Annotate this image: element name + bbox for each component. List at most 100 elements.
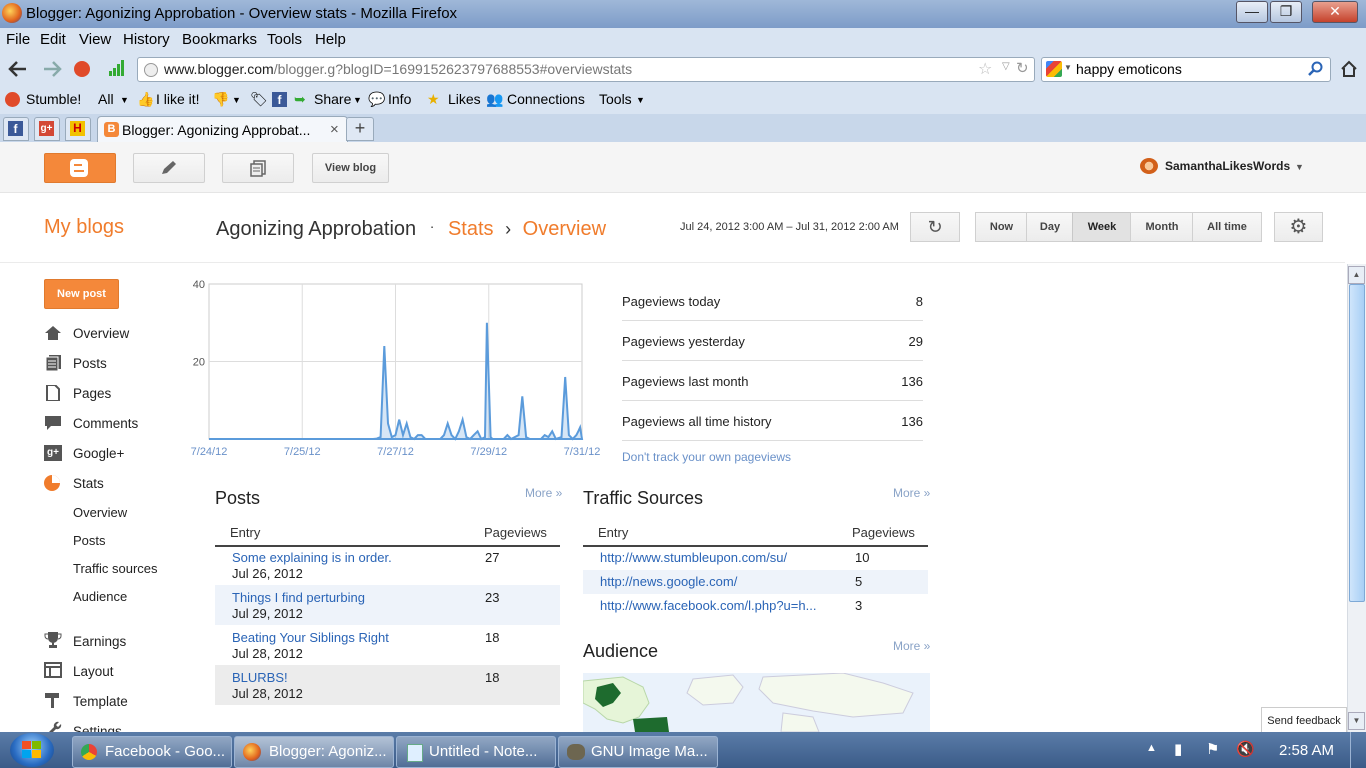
tray-expand-icon[interactable]: ▲ — [1146, 742, 1157, 754]
pinned-tab-h[interactable]: H — [65, 117, 91, 141]
google-search-engine-icon[interactable] — [1046, 61, 1062, 77]
range-month-button[interactable]: Month — [1130, 212, 1194, 242]
i-like-it-button[interactable]: I like it! — [156, 91, 200, 107]
range-alltime-button[interactable]: All time — [1192, 212, 1262, 242]
sidebar-item-earnings[interactable]: Earnings — [73, 634, 126, 649]
scroll-up-button[interactable]: ▲ — [1348, 266, 1365, 284]
blogger-home-button[interactable] — [44, 153, 116, 183]
tab-blogger-stats[interactable]: B Blogger: Agonizing Approbat... × — [97, 116, 348, 143]
taskbar-item-firefox[interactable]: Blogger: Agoniz... — [234, 736, 394, 768]
taskbar-item-gimp[interactable]: GNU Image Ma... — [558, 736, 718, 768]
blog-name[interactable]: Agonizing Approbation — [216, 218, 416, 240]
sidebar-item-pages[interactable]: Pages — [73, 386, 111, 401]
refresh-button[interactable]: ↻ — [910, 212, 960, 242]
post-title-link[interactable]: Beating Your Siblings Right — [232, 630, 389, 645]
sidebar-item-layout[interactable]: Layout — [73, 664, 114, 679]
sidebar-item-stats[interactable]: Stats — [73, 476, 104, 491]
url-dropdown-icon[interactable]: ▽ — [1002, 61, 1010, 72]
taskbar-item-notepad[interactable]: Untitled - Note... — [396, 736, 556, 768]
forward-arrow-icon[interactable] — [42, 60, 62, 78]
scroll-down-button[interactable]: ▼ — [1348, 712, 1365, 730]
tab-close-icon[interactable]: × — [330, 121, 339, 138]
start-button[interactable] — [10, 733, 54, 767]
view-blog-button[interactable]: View blog — [312, 153, 389, 183]
show-desktop-button[interactable] — [1350, 732, 1366, 768]
sidebar-item-comments[interactable]: Comments — [73, 416, 138, 431]
stats-sub-audience[interactable]: Audience — [73, 589, 127, 604]
traffic-source-link[interactable]: http://news.google.com/ — [600, 574, 737, 589]
sidebar-item-posts[interactable]: Posts — [73, 356, 107, 371]
site-identity-icon[interactable] — [144, 63, 158, 77]
home-button-icon[interactable] — [1340, 60, 1358, 78]
flag-icon[interactable]: ⚑ — [1206, 740, 1219, 758]
audience-more-link[interactable]: More » — [893, 639, 930, 653]
thumbs-down-icon[interactable]: 👎 — [212, 91, 229, 108]
menu-history[interactable]: History — [123, 31, 170, 48]
tag-icon[interactable]: 🏷 — [250, 91, 268, 108]
traffic-more-link[interactable]: More » — [893, 486, 930, 500]
stumbleupon-icon[interactable] — [74, 61, 90, 77]
info-button[interactable]: Info — [388, 91, 411, 107]
menu-help[interactable]: Help — [315, 31, 346, 48]
maximize-button[interactable]: ❐ — [1270, 1, 1302, 23]
chevron-down-icon[interactable]: ▼ — [1295, 162, 1304, 172]
post-title-link[interactable]: Some explaining is in order. — [232, 550, 392, 565]
menu-file[interactable]: File — [6, 31, 30, 48]
new-tab-button[interactable]: + — [346, 117, 374, 141]
clock[interactable]: 2:58 AM — [1279, 742, 1334, 759]
power-icon[interactable]: ▮ — [1174, 740, 1182, 758]
menu-tools[interactable]: Tools — [267, 31, 302, 48]
url-text[interactable]: www.blogger.com/blogger.g?blogID=1699152… — [164, 61, 632, 77]
my-blogs-link[interactable]: My blogs — [44, 216, 124, 239]
range-week-button[interactable]: Week — [1072, 212, 1132, 242]
menu-edit[interactable]: Edit — [40, 31, 66, 48]
avatar[interactable] — [1140, 158, 1158, 174]
dont-track-link[interactable]: Don't track your own pageviews — [622, 450, 791, 464]
settings-button[interactable]: ⚙ — [1274, 212, 1323, 242]
engine-dropdown-icon[interactable]: ▼ — [1064, 63, 1072, 72]
new-post-pencil-button[interactable] — [133, 153, 205, 183]
traffic-source-link[interactable]: http://www.stumbleupon.com/su/ — [600, 550, 787, 565]
search-bar[interactable]: ▼ happy emoticons — [1041, 57, 1331, 82]
sidebar-item-settings[interactable]: Settings — [73, 724, 122, 732]
bookmark-star-icon[interactable]: ☆ — [978, 59, 992, 79]
sidebar-item-template[interactable]: Template — [73, 694, 128, 709]
sidebar-item-googleplus[interactable]: Google+ — [73, 446, 124, 461]
range-day-button[interactable]: Day — [1026, 212, 1074, 242]
scrollbar-thumb[interactable] — [1349, 284, 1365, 602]
stats-sub-overview[interactable]: Overview — [73, 505, 127, 520]
posts-more-link[interactable]: More » — [525, 486, 562, 500]
stumble-button[interactable]: Stumble! — [26, 91, 81, 107]
post-title-link[interactable]: Things I find perturbing — [232, 590, 365, 605]
volume-muted-icon[interactable]: 🔇 — [1236, 740, 1255, 758]
url-bar[interactable]: www.blogger.com/blogger.g?blogID=1699152… — [137, 57, 1035, 82]
share-button[interactable]: Share — [314, 91, 351, 107]
menu-bookmarks[interactable]: Bookmarks — [182, 31, 257, 48]
back-arrow-icon[interactable] — [8, 60, 28, 78]
sidebar-item-overview[interactable]: Overview — [73, 326, 129, 341]
likes-button[interactable]: Likes — [448, 91, 481, 107]
new-post-button[interactable]: New post — [44, 279, 119, 309]
taskbar-item-facebook[interactable]: Facebook - Goo... — [72, 736, 232, 768]
close-window-button[interactable]: ✕ — [1312, 1, 1358, 23]
traffic-source-link[interactable]: http://www.facebook.com/l.php?u=h... — [600, 598, 816, 613]
breadcrumb-stats[interactable]: Stats — [448, 218, 494, 240]
facebook-icon[interactable]: f — [272, 92, 287, 107]
all-dropdown[interactable]: All — [98, 91, 114, 107]
audience-map[interactable] — [583, 673, 930, 732]
pinned-tab-facebook[interactable]: f — [3, 117, 29, 141]
search-icon[interactable] — [1308, 61, 1324, 77]
post-title-link[interactable]: BLURBS! — [232, 670, 288, 685]
send-feedback-button[interactable]: Send feedback — [1261, 707, 1347, 735]
stats-sub-traffic-sources[interactable]: Traffic sources — [73, 561, 158, 576]
signal-bars-icon[interactable] — [108, 59, 126, 77]
posts-list-button[interactable] — [222, 153, 294, 183]
menu-view[interactable]: View — [79, 31, 111, 48]
stats-sub-posts[interactable]: Posts — [73, 533, 106, 548]
username[interactable]: SamanthaLikesWords — [1165, 159, 1290, 173]
connections-button[interactable]: Connections — [507, 91, 585, 107]
range-now-button[interactable]: Now — [975, 212, 1028, 242]
search-input[interactable]: happy emoticons — [1076, 61, 1182, 77]
minimize-button[interactable]: — — [1236, 1, 1268, 23]
pinned-tab-googleplus[interactable]: g+ — [34, 117, 60, 141]
